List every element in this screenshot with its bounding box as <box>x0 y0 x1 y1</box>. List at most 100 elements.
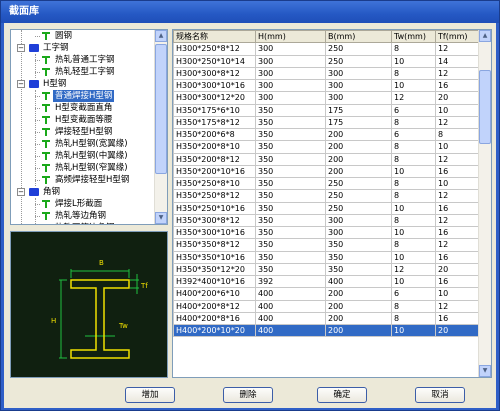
delete-button[interactable]: 删除 <box>223 387 273 403</box>
table-cell[interactable]: 10 <box>391 201 436 215</box>
table-cell[interactable]: 350 <box>255 152 326 166</box>
table-cell[interactable]: 300 <box>255 78 326 93</box>
table-cell[interactable]: 250 <box>325 201 392 215</box>
table-cell[interactable]: 300 <box>255 42 326 56</box>
table-cell[interactable]: 10 <box>435 176 479 191</box>
column-header-tw[interactable]: Tw(mm) <box>391 30 436 44</box>
table-cell[interactable]: 12 <box>391 262 436 277</box>
table-cell[interactable]: 10 <box>391 250 436 264</box>
table-scroll-down-button[interactable]: ▼ <box>479 365 491 377</box>
table-cell[interactable]: 20 <box>435 91 479 105</box>
table-cell[interactable]: H392*400*10*16 <box>173 274 256 289</box>
table-cell[interactable]: 16 <box>435 225 479 240</box>
table-cell[interactable]: H350*250*10*16 <box>173 201 256 215</box>
table-cell[interactable]: H350*250*8*12 <box>173 189 256 203</box>
table-cell[interactable]: 175 <box>325 115 392 130</box>
table-scrollbar[interactable]: ▲ ▼ <box>478 30 491 377</box>
table-cell[interactable]: 12 <box>435 299 479 313</box>
table-cell[interactable]: 400 <box>255 299 326 313</box>
tree-leaf-node[interactable]: 热轧H型钢(中翼缘) <box>35 150 130 162</box>
table-cell[interactable]: 12 <box>435 42 479 56</box>
table-row[interactable]: H350*350*8*12 350 350 8 12 <box>173 238 479 252</box>
table-cell[interactable]: 8 <box>391 66 436 81</box>
table-cell[interactable]: 350 <box>255 225 326 240</box>
table-row[interactable]: H350*350*12*20 350 350 12 20 <box>173 262 479 277</box>
table-cell[interactable]: 200 <box>325 127 392 142</box>
table-cell[interactable]: 12 <box>435 238 479 252</box>
table-cell[interactable]: 300 <box>325 91 392 105</box>
table-cell[interactable]: 200 <box>325 287 392 301</box>
table-cell[interactable]: 200 <box>325 311 392 326</box>
table-cell[interactable]: 10 <box>435 140 479 154</box>
table-cell[interactable]: 300 <box>325 78 392 93</box>
table-scroll-thumb[interactable] <box>479 70 491 144</box>
column-header-spec-name[interactable]: 规格名称 <box>173 30 256 44</box>
table-cell[interactable]: 350 <box>255 238 326 252</box>
table-cell[interactable]: H350*200*10*16 <box>173 164 256 179</box>
table-cell[interactable]: 250 <box>325 176 392 191</box>
tree-leaf-node[interactable]: 热轧轻型工字钢 <box>35 66 117 78</box>
table-cell[interactable]: 12 <box>435 115 479 130</box>
tree-leaf-node[interactable]: 热轧普通工字钢 <box>35 54 117 66</box>
table-row[interactable]: H300*250*10*14 300 250 10 14 <box>173 54 479 68</box>
table-cell[interactable]: 8 <box>391 176 436 191</box>
table-cell[interactable]: 200 <box>325 164 392 179</box>
table-cell[interactable]: H350*350*8*12 <box>173 238 256 252</box>
table-cell[interactable]: H350*300*8*12 <box>173 213 256 228</box>
table-cell[interactable]: 12 <box>435 189 479 203</box>
table-cell[interactable]: 8 <box>391 311 436 326</box>
table-cell[interactable]: 10 <box>391 323 436 338</box>
table-row[interactable]: H400*200*6*10 400 200 6 10 <box>173 287 479 301</box>
table-cell[interactable]: 16 <box>435 311 479 326</box>
table-cell[interactable]: 400 <box>255 287 326 301</box>
table-cell[interactable]: H350*350*10*16 <box>173 250 256 264</box>
table-cell[interactable]: H300*300*10*16 <box>173 78 256 93</box>
table-cell[interactable]: 250 <box>325 189 392 203</box>
table-cell[interactable]: H350*300*10*16 <box>173 225 256 240</box>
table-cell[interactable]: 6 <box>391 287 436 301</box>
table-cell[interactable]: 392 <box>255 274 326 289</box>
table-cell[interactable]: 16 <box>435 250 479 264</box>
tree-category-node[interactable]: − 工字钢 <box>17 42 71 54</box>
tree-leaf-node[interactable]: 圆钢 <box>35 30 74 42</box>
table-row[interactable]: H350*250*8*10 350 250 8 10 <box>173 176 479 191</box>
table-cell[interactable]: 8 <box>391 238 436 252</box>
table-cell[interactable]: 12 <box>391 91 436 105</box>
tree-category-node[interactable]: − H型钢 <box>17 78 68 90</box>
table-cell[interactable]: 8 <box>391 189 436 203</box>
table-cell[interactable]: 200 <box>325 323 392 338</box>
tree-leaf-node[interactable]: 热轧不等边角钢 <box>41 222 117 224</box>
table-cell[interactable]: H350*200*8*12 <box>173 152 256 166</box>
table-cell[interactable]: 350 <box>255 250 326 264</box>
table-row[interactable]: H300*250*8*12 300 250 8 12 <box>173 42 479 56</box>
table-cell[interactable]: 300 <box>325 213 392 228</box>
tree-leaf-node[interactable]: H型变截面等腰 <box>35 114 114 126</box>
add-button[interactable]: 增加 <box>125 387 175 403</box>
table-cell[interactable]: 350 <box>255 176 326 191</box>
table-cell[interactable]: 6 <box>391 127 436 142</box>
table-cell[interactable]: H350*250*8*10 <box>173 176 256 191</box>
table-row[interactable]: H350*175*8*12 350 175 8 12 <box>173 115 479 130</box>
table-cell[interactable]: 350 <box>255 140 326 154</box>
table-cell[interactable]: 10 <box>435 287 479 301</box>
table-cell[interactable]: 300 <box>325 66 392 81</box>
table-cell[interactable]: 400 <box>325 274 392 289</box>
table-cell[interactable]: 12 <box>435 213 479 228</box>
table-cell[interactable]: H350*175*8*12 <box>173 115 256 130</box>
table-cell[interactable]: 10 <box>435 103 479 117</box>
table-cell[interactable]: 10 <box>391 225 436 240</box>
tree-scroll-thumb[interactable] <box>155 44 167 174</box>
table-cell[interactable]: 350 <box>255 213 326 228</box>
tree-leaf-node[interactable]: 热轧H型钢(宽翼缘) <box>35 138 130 150</box>
table-cell[interactable]: 14 <box>435 54 479 68</box>
table-cell[interactable]: 8 <box>391 42 436 56</box>
tree-leaf-node[interactable]: 焊接L形截面 <box>35 198 104 210</box>
table-cell[interactable]: 350 <box>255 127 326 142</box>
table-row[interactable]: H350*300*10*16 350 300 10 16 <box>173 225 479 240</box>
table-cell[interactable]: 350 <box>255 189 326 203</box>
table-cell[interactable]: 350 <box>325 250 392 264</box>
section-spec-table[interactable]: 规格名称 H(mm) B(mm) Tw(mm) Tf(mm) H300*250*… <box>172 29 492 378</box>
table-cell[interactable]: H400*200*10*20 <box>173 323 256 338</box>
table-cell[interactable]: 250 <box>325 54 392 68</box>
table-cell[interactable]: H350*175*6*10 <box>173 103 256 117</box>
